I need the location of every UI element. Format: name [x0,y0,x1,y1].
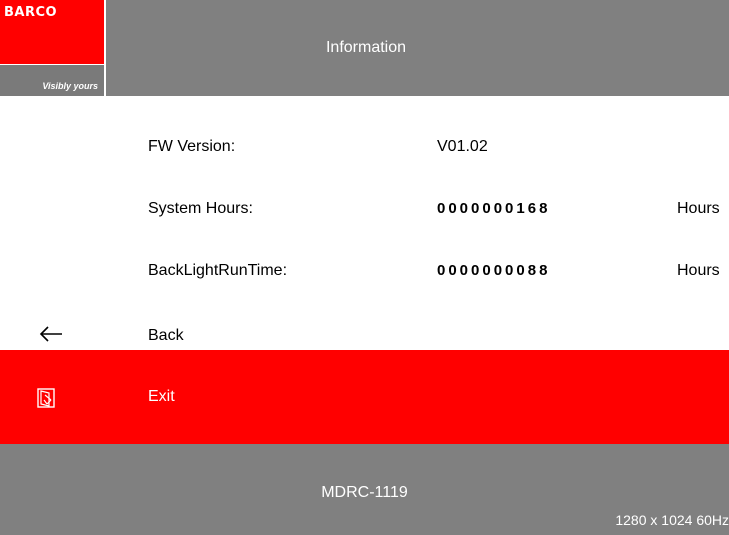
logo-brand-area: BARCO [0,0,104,65]
back-menu-item[interactable]: Back [0,320,729,350]
page-title: Information [325,39,407,56]
logo-tagline-area: Visibly yours [0,65,104,96]
exit-door-icon [37,388,55,408]
back-arrow-icon [39,326,62,342]
backlight-runtime-unit: Hours [677,262,720,279]
exit-menu-item[interactable]: Exit [0,350,729,444]
backlight-runtime-label: BackLightRunTime: [148,262,288,279]
resolution-status: 1280 x 1024 60Hz [615,512,729,528]
model-name: MDRC-1119 [321,484,408,501]
logo-tagline: Visibly yours [42,81,98,91]
fw-version-value: V01.02 [437,138,488,155]
footer-bar: MDRC-1119 1280 x 1024 60Hz [0,444,729,535]
system-hours-unit: Hours [677,200,720,217]
system-hours-value: 0000000168 [437,200,551,217]
exit-label: Exit [148,388,175,405]
fw-version-label: FW Version: [148,138,236,155]
header-bar: BARCO Visibly yours Information [0,0,729,96]
back-label: Back [148,327,184,344]
system-hours-label: System Hours: [148,200,253,217]
barco-logo: BARCO Visibly yours [0,0,104,96]
logo-brand-text: BARCO [4,5,58,20]
backlight-runtime-value: 0000000088 [437,262,551,279]
